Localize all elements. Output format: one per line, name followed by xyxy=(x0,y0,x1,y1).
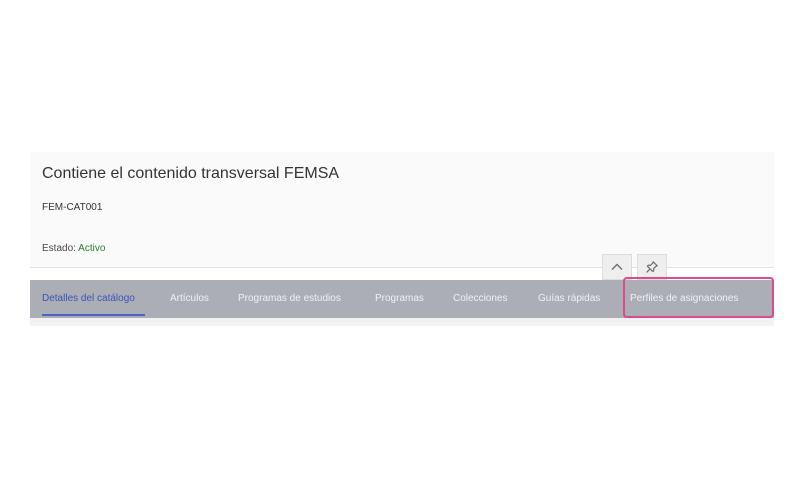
status-value: Activo xyxy=(78,243,106,254)
chevron-up-icon xyxy=(611,263,623,270)
tab-articulos[interactable]: Artículos xyxy=(170,280,209,318)
pin-icon xyxy=(646,261,658,273)
status-row: Estado: Activo xyxy=(42,243,105,254)
tab-colecciones[interactable]: Colecciones xyxy=(453,280,507,318)
tab-guias-rapidas[interactable]: Guías rápidas xyxy=(538,280,600,318)
object-header: Contiene el contenido transversal FEMSA … xyxy=(30,152,774,267)
status-label: Estado: xyxy=(42,243,76,254)
selected-tab-indicator xyxy=(42,314,145,316)
tab-programas-de-estudios[interactable]: Programas de estudios xyxy=(238,280,341,318)
tab-detalles-del-catalogo[interactable]: Detalles del catálogo xyxy=(42,280,135,318)
content-area-top xyxy=(30,318,774,326)
highlight-callout xyxy=(623,277,774,318)
catalog-id: FEM-CAT001 xyxy=(42,202,103,213)
page: Contiene el contenido transversal FEMSA … xyxy=(0,0,800,500)
tab-programas[interactable]: Programas xyxy=(375,280,424,318)
page-title: Contiene el contenido transversal FEMSA xyxy=(42,165,340,182)
